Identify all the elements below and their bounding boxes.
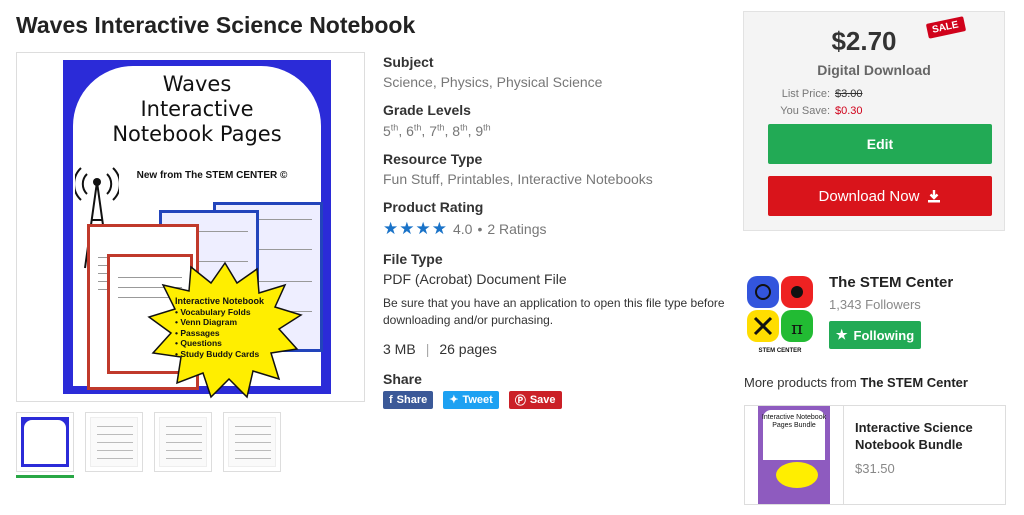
resource-link[interactable]: Interactive Notebooks [517,171,652,187]
cover-title: Waves Interactive Notebook Pages [112,72,282,146]
related-product-title[interactable]: Interactive Science Notebook Bundle [855,419,995,453]
edit-button[interactable]: Edit [768,124,992,164]
product-rating-label: Product Rating [383,198,484,215]
buy-box: $2.70 SALE Digital Download List Price: $… [743,11,1005,231]
seller-link[interactable]: The STEM Center [860,375,968,390]
svg-text:π: π [791,318,803,339]
thumbnail-strip [16,412,281,478]
list-price: $3.00 [835,88,863,100]
grade-levels-label: Grade Levels [383,102,471,118]
product-main-image[interactable]: Waves Interactive Notebook Pages New fro… [16,52,365,402]
grade-link[interactable]: 5th [383,122,398,139]
star-icon: ★ [835,327,848,342]
thumbnail[interactable] [16,412,74,478]
rating-value: 4.0 [452,220,473,237]
follower-count: 1,343 Followers [829,297,921,312]
facebook-share-button[interactable]: f Share [383,390,434,409]
resource-link[interactable]: Printables [447,171,509,187]
thumbnail[interactable] [223,412,281,472]
file-type-value: PDF (Acrobat) Document File [383,270,567,287]
file-type-note: Be sure that you have an application to … [383,295,725,327]
starburst-text: Interactive Notebook • Vocabulary Folds … [175,296,265,359]
svg-text:STEM CENTER: STEM CENTER [758,348,802,354]
download-icon [928,190,941,203]
product-details: Subject Science, Physics, Physical Scien… [383,54,733,409]
twitter-share-button[interactable]: ✦ Tweet [443,390,499,409]
file-type-label: File Type [383,250,443,267]
following-button[interactable]: ★ Following [829,321,921,349]
pinterest-save-button[interactable]: Ⓟ Save [508,390,562,409]
subject-link[interactable]: Science [383,74,433,90]
you-save-row: You Save: $0.30 [780,105,863,117]
grade-link[interactable]: 9th [475,122,490,139]
twitter-icon: ✦ [449,394,459,407]
pinterest-icon: Ⓟ [514,394,526,407]
grade-link[interactable]: 8th [452,122,467,139]
related-product-price: $31.50 [855,461,895,476]
related-product-card[interactable]: Interactive Notebook Pages Bundle Intera… [744,405,1006,505]
download-now-button[interactable]: Download Now [768,176,992,216]
price: $2.70 [831,26,897,56]
resource-type-label: Resource Type [383,150,483,167]
grade-levels: 5th, 6th, 7th, 8th, 9th [383,122,491,139]
seller-logo[interactable]: π STEM CENTER [745,274,815,354]
thumbnail[interactable] [85,412,143,472]
you-save-amount: $0.30 [835,105,863,117]
seller-name[interactable]: The STEM Center [829,274,953,291]
resource-link[interactable]: Fun Stuff [383,171,440,187]
file-size-row: 3 MB | 26 pages [383,340,497,357]
format-label: Digital Download [817,62,931,78]
subject-label: Subject [383,54,434,70]
more-products-heading: More products from The STEM Center [744,375,968,390]
grade-link[interactable]: 6th [406,122,421,139]
subject-link[interactable]: Physics [441,74,489,90]
related-product-image[interactable]: Interactive Notebook Pages Bundle [758,406,830,504]
page-count: 26 pages [439,340,497,357]
list-price-row: List Price: $3.00 [781,88,863,100]
facebook-icon: f [389,393,393,406]
star-rating-icon: ★★★★ [383,218,448,238]
file-size: 3 MB [383,340,416,357]
share-label: Share [383,370,422,387]
page-title: Waves Interactive Science Notebook [16,12,416,38]
grade-link[interactable]: 7th [429,122,444,139]
ratings-count-link[interactable]: 2 Ratings [487,221,546,237]
subject-link[interactable]: Physical Science [497,74,603,90]
thumbnail[interactable] [154,412,212,472]
